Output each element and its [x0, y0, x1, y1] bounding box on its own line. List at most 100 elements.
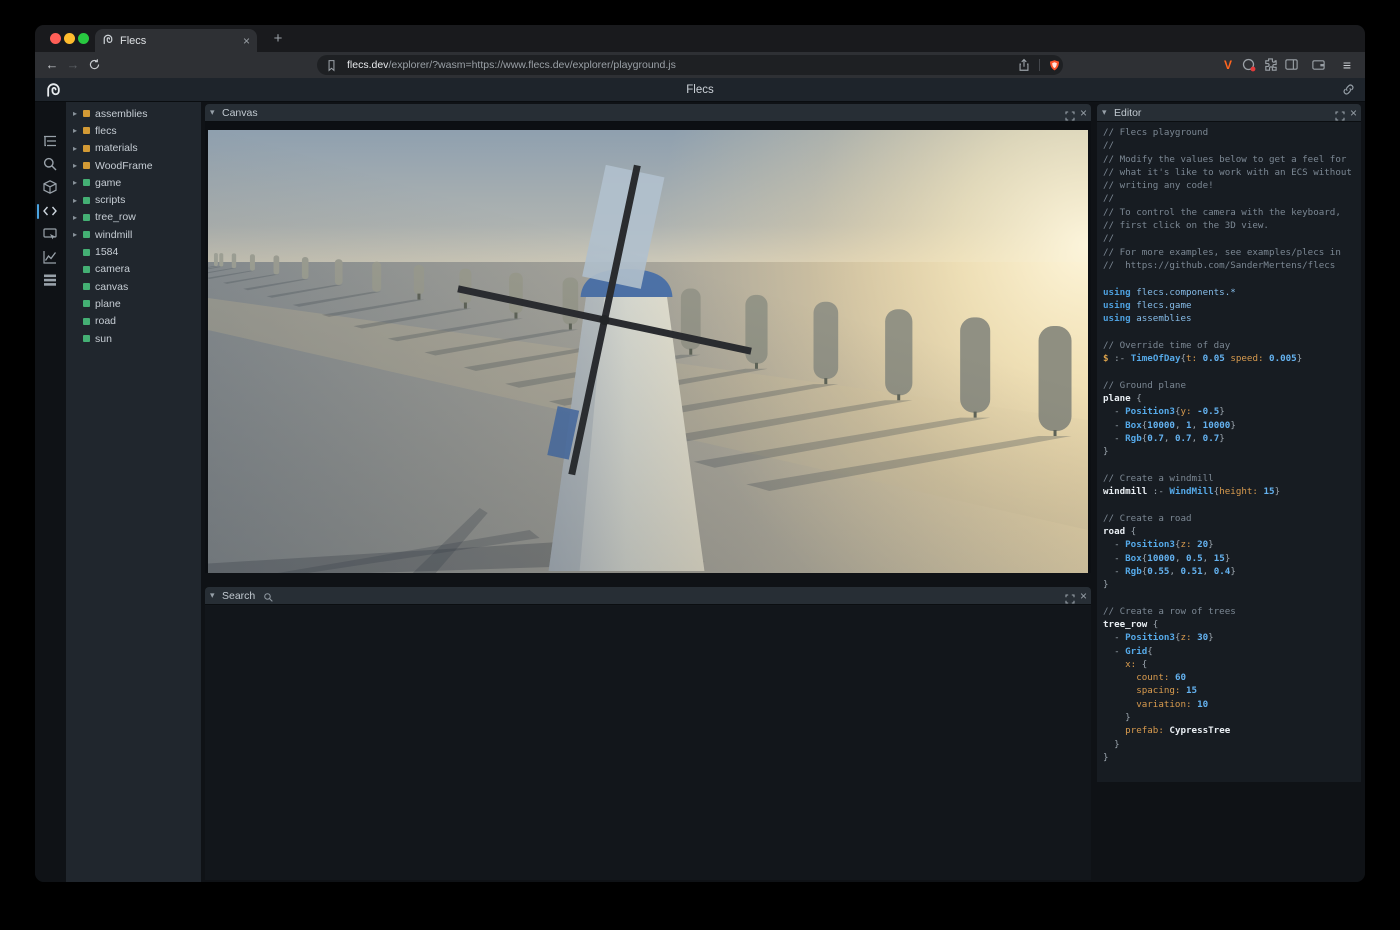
rewards-icon[interactable] — [1241, 57, 1257, 73]
code-line: - Position3{y: -0.5} — [1103, 405, 1359, 418]
code-line: // Ground plane — [1103, 379, 1359, 392]
tab-strip: Flecs × + — [35, 25, 1365, 52]
code-line: // To control the camera with the keyboa… — [1103, 206, 1359, 219]
tree-item-label: canvas — [95, 281, 128, 293]
extensions-icon[interactable] — [1262, 57, 1278, 73]
window-minimize-button[interactable] — [64, 33, 75, 44]
close-icon[interactable]: × — [1080, 104, 1087, 122]
entity-color-square — [83, 162, 90, 169]
tree-item-flecs[interactable]: ▸ flecs — [66, 122, 201, 139]
editor-code[interactable]: // Flecs playground//// Modify the value… — [1103, 126, 1359, 780]
editor-code-icon[interactable] — [42, 203, 60, 221]
tree-item-canvas[interactable]: canvas — [66, 278, 201, 295]
chevron-down-icon[interactable]: ▾ — [1102, 104, 1107, 122]
window-zoom-button[interactable] — [78, 33, 89, 44]
tree-item-materials[interactable]: ▸materials — [66, 140, 201, 157]
stats-chart-icon[interactable] — [42, 249, 60, 267]
window-close-button[interactable] — [50, 33, 61, 44]
search-panel-header: ▾ Search × — [205, 587, 1091, 605]
tree-item-label: windmill — [95, 229, 132, 241]
search-panel: ▾ Search × — [205, 587, 1091, 880]
expand-arrow-icon[interactable]: ▸ — [73, 144, 83, 153]
tree-item-label: 1584 — [95, 246, 118, 258]
tree-item-tree_row[interactable]: ▸ tree_row — [66, 209, 201, 226]
search-icon[interactable] — [42, 156, 60, 174]
code-line: road { — [1103, 525, 1359, 538]
chevron-down-icon[interactable]: ▾ — [210, 104, 215, 122]
code-line: // Override time of day — [1103, 339, 1359, 352]
back-icon[interactable]: ← — [44, 52, 60, 78]
code-line: // For more examples, see examples/plecs… — [1103, 246, 1359, 259]
code-line — [1103, 591, 1359, 604]
entity-tree-icon[interactable] — [42, 133, 60, 151]
close-icon[interactable]: × — [1080, 587, 1087, 605]
tree-item-label: assemblies — [95, 108, 148, 120]
tree-item-1584[interactable]: 1584 — [66, 243, 201, 260]
code-line: // writing any code! — [1103, 179, 1359, 192]
3d-viewport[interactable] — [208, 130, 1088, 573]
fullscreen-icon[interactable] — [1065, 108, 1075, 118]
tree-item-game[interactable]: ▸ game — [66, 174, 201, 191]
commands-list-icon[interactable] — [42, 272, 60, 290]
entities-cube-icon[interactable] — [42, 179, 60, 197]
page-header: Flecs — [35, 78, 1365, 102]
code-line: // Create a row of trees — [1103, 605, 1359, 618]
browser-tab[interactable]: Flecs × — [95, 29, 257, 52]
canvas-panel: ▾ Canvas × — [205, 104, 1091, 573]
new-tab-button[interactable]: + — [268, 29, 288, 49]
tree-item-label: game — [95, 177, 121, 189]
entity-color-square — [83, 145, 90, 152]
code-line — [1103, 498, 1359, 511]
sidebar-toggle-icon[interactable] — [1283, 57, 1299, 73]
expand-arrow-icon[interactable]: ▸ — [73, 230, 83, 239]
code-line: // Create a road — [1103, 512, 1359, 525]
tree-item-label: flecs — [95, 125, 117, 137]
code-line: } — [1103, 738, 1359, 751]
forward-icon[interactable]: → — [65, 52, 81, 78]
entity-tree-panel: ▸assemblies▸flecs▸materials▸WoodFrame▸ga… — [66, 102, 201, 882]
url-bar[interactable]: flecs.dev/explorer/?wasm=https://www.fle… — [317, 55, 1063, 75]
code-line: // — [1103, 192, 1359, 205]
tree-item-sun[interactable]: sun — [66, 330, 201, 347]
entity-color-square — [83, 300, 90, 307]
code-line: } — [1103, 751, 1359, 764]
code-line: x: { — [1103, 658, 1359, 671]
entity-color-square — [83, 283, 90, 290]
wallet-icon[interactable] — [1310, 57, 1326, 73]
code-line — [1103, 272, 1359, 285]
entity-color-square — [83, 110, 90, 117]
menu-icon[interactable]: ≡ — [1339, 57, 1355, 73]
chevron-down-icon[interactable]: ▾ — [210, 587, 215, 605]
tab-close-icon[interactable]: × — [243, 35, 250, 47]
vpn-icon[interactable]: V — [1220, 57, 1236, 73]
expand-arrow-icon[interactable]: ▸ — [73, 109, 83, 118]
share-link-icon[interactable] — [1342, 83, 1355, 101]
fullscreen-icon[interactable] — [1335, 108, 1345, 118]
tree-item-label: tree_row — [95, 211, 136, 223]
tree-item-windmill[interactable]: ▸ windmill — [66, 226, 201, 243]
reload-icon[interactable] — [86, 52, 102, 78]
expand-arrow-icon[interactable]: ▸ — [73, 213, 83, 222]
tree-item-camera[interactable]: camera — [66, 261, 201, 278]
tree-item-WoodFrame[interactable]: ▸ WoodFrame — [66, 157, 201, 174]
expand-arrow-icon[interactable]: ▸ — [73, 178, 83, 187]
bookmark-icon[interactable] — [325, 57, 341, 73]
code-line: using flecs.components.* — [1103, 286, 1359, 299]
tree-item-assemblies[interactable]: ▸ assemblies — [66, 105, 201, 122]
tab-title: Flecs — [120, 35, 237, 47]
share-icon[interactable] — [1017, 57, 1033, 73]
tree-item-label: WoodFrame — [95, 160, 153, 172]
expand-arrow-icon[interactable]: ▸ — [73, 126, 83, 135]
expand-arrow-icon[interactable]: ▸ — [73, 161, 83, 170]
inspector-icon[interactable] — [42, 226, 60, 244]
brave-shield-icon[interactable] — [1048, 57, 1064, 73]
tree-item-road[interactable]: road — [66, 313, 201, 330]
tree-item-plane[interactable]: plane — [66, 295, 201, 312]
page-title: Flecs — [35, 78, 1365, 102]
code-line: using assemblies — [1103, 312, 1359, 325]
close-icon[interactable]: × — [1350, 104, 1357, 122]
expand-arrow-icon[interactable]: ▸ — [73, 196, 83, 205]
fullscreen-icon[interactable] — [1065, 591, 1075, 601]
favicon-flecs-icon — [102, 32, 114, 50]
tree-item-scripts[interactable]: ▸scripts — [66, 191, 201, 208]
